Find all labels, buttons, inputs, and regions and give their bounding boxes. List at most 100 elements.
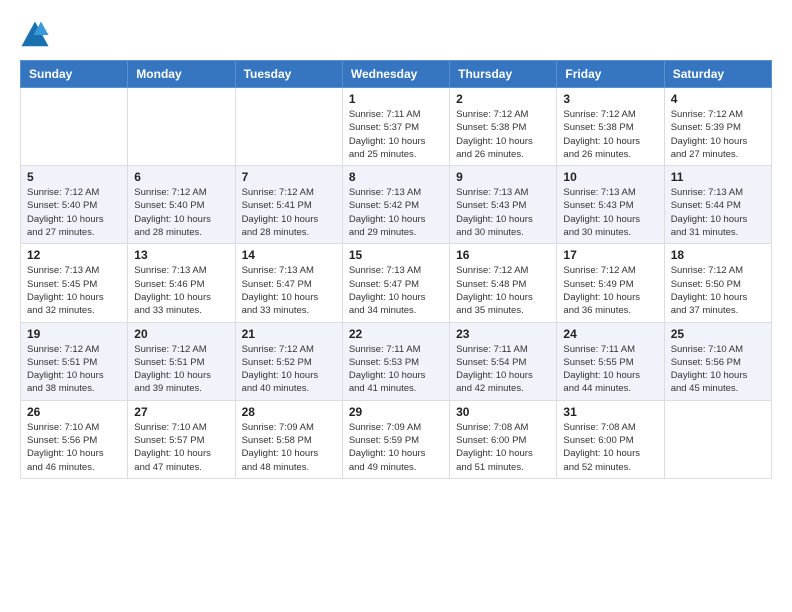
calendar-week-row: 5 Sunrise: 7:12 AMSunset: 5:40 PMDaylight… (21, 166, 772, 244)
page-header (20, 20, 772, 50)
calendar: SundayMondayTuesdayWednesdayThursdayFrid… (20, 60, 772, 479)
day-number: 20 (134, 327, 228, 341)
day-info: Sunrise: 7:12 AMSunset: 5:48 PMDaylight:… (456, 264, 550, 317)
day-number: 3 (563, 92, 657, 106)
day-info: Sunrise: 7:08 AMSunset: 6:00 PMDaylight:… (456, 421, 550, 474)
day-info: Sunrise: 7:12 AMSunset: 5:40 PMDaylight:… (27, 186, 121, 239)
calendar-cell: 6 Sunrise: 7:12 AMSunset: 5:40 PMDaylight… (128, 166, 235, 244)
day-info: Sunrise: 7:12 AMSunset: 5:52 PMDaylight:… (242, 343, 336, 396)
day-info: Sunrise: 7:13 AMSunset: 5:43 PMDaylight:… (456, 186, 550, 239)
calendar-cell: 7 Sunrise: 7:12 AMSunset: 5:41 PMDaylight… (235, 166, 342, 244)
calendar-cell: 4 Sunrise: 7:12 AMSunset: 5:39 PMDaylight… (664, 88, 771, 166)
day-number: 15 (349, 248, 443, 262)
day-number: 10 (563, 170, 657, 184)
day-info: Sunrise: 7:12 AMSunset: 5:51 PMDaylight:… (134, 343, 228, 396)
calendar-header-sunday: Sunday (21, 61, 128, 88)
calendar-cell: 5 Sunrise: 7:12 AMSunset: 5:40 PMDaylight… (21, 166, 128, 244)
calendar-cell: 15 Sunrise: 7:13 AMSunset: 5:47 PMDayligh… (342, 244, 449, 322)
day-info: Sunrise: 7:11 AMSunset: 5:37 PMDaylight:… (349, 108, 443, 161)
day-number: 2 (456, 92, 550, 106)
day-number: 23 (456, 327, 550, 341)
day-info: Sunrise: 7:12 AMSunset: 5:38 PMDaylight:… (563, 108, 657, 161)
day-number: 19 (27, 327, 121, 341)
day-info: Sunrise: 7:12 AMSunset: 5:49 PMDaylight:… (563, 264, 657, 317)
calendar-cell: 13Sunrise: 7:13 AMSunset: 5:46 PMDayligh… (128, 244, 235, 322)
day-info: Sunrise: 7:12 AMSunset: 5:50 PMDaylight:… (671, 264, 765, 317)
day-number: 27 (134, 405, 228, 419)
day-number: 13 (134, 248, 228, 262)
calendar-cell: 19 Sunrise: 7:12 AMSunset: 5:51 PMDayligh… (21, 322, 128, 400)
day-number: 6 (134, 170, 228, 184)
day-number: 22 (349, 327, 443, 341)
calendar-cell (128, 88, 235, 166)
day-number: 1 (349, 92, 443, 106)
day-info: Sunrise: 7:12 AMSunset: 5:41 PMDaylight:… (242, 186, 336, 239)
calendar-cell: 26Sunrise: 7:10 AMSunset: 5:56 PMDayligh… (21, 400, 128, 478)
calendar-cell: 28 Sunrise: 7:09 AMSunset: 5:58 PMDayligh… (235, 400, 342, 478)
calendar-header-saturday: Saturday (664, 61, 771, 88)
calendar-week-row: 1 Sunrise: 7:11 AMSunset: 5:37 PMDaylight… (21, 88, 772, 166)
day-number: 21 (242, 327, 336, 341)
day-info: Sunrise: 7:11 AMSunset: 5:55 PMDaylight:… (563, 343, 657, 396)
day-number: 11 (671, 170, 765, 184)
day-info: Sunrise: 7:12 AMSunset: 5:39 PMDaylight:… (671, 108, 765, 161)
calendar-cell: 21 Sunrise: 7:12 AMSunset: 5:52 PMDayligh… (235, 322, 342, 400)
day-info: Sunrise: 7:13 AMSunset: 5:44 PMDaylight:… (671, 186, 765, 239)
calendar-cell: 8 Sunrise: 7:13 AMSunset: 5:42 PMDaylight… (342, 166, 449, 244)
calendar-cell: 23Sunrise: 7:11 AMSunset: 5:54 PMDayligh… (450, 322, 557, 400)
calendar-cell (235, 88, 342, 166)
day-number: 7 (242, 170, 336, 184)
day-number: 18 (671, 248, 765, 262)
day-number: 4 (671, 92, 765, 106)
calendar-header-thursday: Thursday (450, 61, 557, 88)
day-number: 8 (349, 170, 443, 184)
calendar-cell: 3 Sunrise: 7:12 AMSunset: 5:38 PMDaylight… (557, 88, 664, 166)
calendar-header-friday: Friday (557, 61, 664, 88)
day-info: Sunrise: 7:10 AMSunset: 5:56 PMDaylight:… (27, 421, 121, 474)
calendar-cell: 29Sunrise: 7:09 AMSunset: 5:59 PMDayligh… (342, 400, 449, 478)
calendar-cell: 14 Sunrise: 7:13 AMSunset: 5:47 PMDayligh… (235, 244, 342, 322)
day-number: 16 (456, 248, 550, 262)
calendar-cell: 12 Sunrise: 7:13 AMSunset: 5:45 PMDayligh… (21, 244, 128, 322)
calendar-cell: 10Sunrise: 7:13 AMSunset: 5:43 PMDayligh… (557, 166, 664, 244)
day-number: 17 (563, 248, 657, 262)
calendar-cell: 25Sunrise: 7:10 AMSunset: 5:56 PMDayligh… (664, 322, 771, 400)
logo-icon (20, 20, 50, 50)
day-info: Sunrise: 7:08 AMSunset: 6:00 PMDaylight:… (563, 421, 657, 474)
logo (20, 20, 54, 50)
day-number: 28 (242, 405, 336, 419)
day-info: Sunrise: 7:09 AMSunset: 5:58 PMDaylight:… (242, 421, 336, 474)
calendar-cell: 18 Sunrise: 7:12 AMSunset: 5:50 PMDayligh… (664, 244, 771, 322)
calendar-cell: 16 Sunrise: 7:12 AMSunset: 5:48 PMDayligh… (450, 244, 557, 322)
calendar-cell: 17 Sunrise: 7:12 AMSunset: 5:49 PMDayligh… (557, 244, 664, 322)
calendar-cell: 30 Sunrise: 7:08 AMSunset: 6:00 PMDayligh… (450, 400, 557, 478)
calendar-cell (664, 400, 771, 478)
day-info: Sunrise: 7:12 AMSunset: 5:38 PMDaylight:… (456, 108, 550, 161)
day-number: 31 (563, 405, 657, 419)
day-number: 9 (456, 170, 550, 184)
calendar-cell: 2 Sunrise: 7:12 AMSunset: 5:38 PMDaylight… (450, 88, 557, 166)
calendar-week-row: 12 Sunrise: 7:13 AMSunset: 5:45 PMDayligh… (21, 244, 772, 322)
calendar-week-row: 26Sunrise: 7:10 AMSunset: 5:56 PMDayligh… (21, 400, 772, 478)
day-number: 25 (671, 327, 765, 341)
calendar-cell: 9 Sunrise: 7:13 AMSunset: 5:43 PMDaylight… (450, 166, 557, 244)
day-number: 24 (563, 327, 657, 341)
day-number: 30 (456, 405, 550, 419)
day-number: 12 (27, 248, 121, 262)
day-info: Sunrise: 7:11 AMSunset: 5:53 PMDaylight:… (349, 343, 443, 396)
calendar-header-wednesday: Wednesday (342, 61, 449, 88)
calendar-header-row: SundayMondayTuesdayWednesdayThursdayFrid… (21, 61, 772, 88)
day-number: 5 (27, 170, 121, 184)
day-info: Sunrise: 7:13 AMSunset: 5:47 PMDaylight:… (242, 264, 336, 317)
calendar-cell: 24 Sunrise: 7:11 AMSunset: 5:55 PMDayligh… (557, 322, 664, 400)
day-number: 14 (242, 248, 336, 262)
day-info: Sunrise: 7:13 AMSunset: 5:42 PMDaylight:… (349, 186, 443, 239)
day-info: Sunrise: 7:12 AMSunset: 5:51 PMDaylight:… (27, 343, 121, 396)
day-info: Sunrise: 7:13 AMSunset: 5:47 PMDaylight:… (349, 264, 443, 317)
calendar-cell: 31 Sunrise: 7:08 AMSunset: 6:00 PMDayligh… (557, 400, 664, 478)
calendar-week-row: 19 Sunrise: 7:12 AMSunset: 5:51 PMDayligh… (21, 322, 772, 400)
calendar-header-tuesday: Tuesday (235, 61, 342, 88)
day-info: Sunrise: 7:12 AMSunset: 5:40 PMDaylight:… (134, 186, 228, 239)
day-info: Sunrise: 7:13 AMSunset: 5:45 PMDaylight:… (27, 264, 121, 317)
day-number: 29 (349, 405, 443, 419)
